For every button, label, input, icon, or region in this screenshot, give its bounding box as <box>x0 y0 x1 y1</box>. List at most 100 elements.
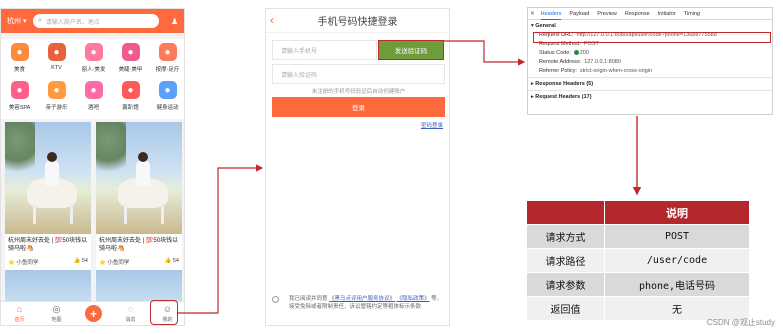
password-login-link[interactable]: 密码登录 <box>421 121 443 129</box>
row-key: 返回值 <box>526 296 605 321</box>
remote-address-row: Remote Address: 127.0.0.1:8080 <box>528 58 772 67</box>
food-icon: ● <box>10 43 29 61</box>
row-key: 请求路径 <box>526 248 605 273</box>
agreement: 我已阅读并同意 《黑马点评用户服务协议》 《隐私政策》 等，接受免除或者限制责任… <box>272 295 447 311</box>
table-header-blank <box>526 200 605 225</box>
category-label: 酒吧 <box>87 105 99 111</box>
spa-icon: ● <box>10 81 29 99</box>
general-section[interactable]: ▾ General <box>528 20 772 31</box>
category-label: 美食 <box>13 67 25 73</box>
massage-icon: ● <box>158 43 177 61</box>
party-icon: ● <box>121 81 140 99</box>
category-item[interactable]: ● 按摩·足疗 <box>149 39 184 77</box>
tab-response[interactable]: Response <box>625 8 650 20</box>
agree-radio[interactable] <box>272 296 279 303</box>
code-placeholder: 请输入验证码 <box>281 72 318 79</box>
login-screen: ‹ 手机号码快捷登录 请输入手机号 发送验证码 请输入验证码 未注册的手机号码验… <box>265 8 450 326</box>
send-code-button[interactable]: 发送验证码 <box>378 40 444 60</box>
tab-label: 地图 <box>51 317 62 323</box>
category-label: 健身运动 <box>156 105 179 111</box>
card-image <box>5 122 91 234</box>
agree-prefix: 我已阅读并同意 <box>289 296 328 302</box>
login-header: ‹ 手机号码快捷登录 <box>266 9 449 33</box>
category-item[interactable]: ● 美睫·美甲 <box>112 39 149 77</box>
category-item[interactable]: ● 酒吧 <box>75 77 112 115</box>
row-value: phone,电话号码 <box>604 272 750 297</box>
category-item[interactable]: ● 美食 <box>1 39 38 77</box>
remote-address-key: Remote Address: <box>539 59 582 65</box>
home-icon: ⌂ <box>16 304 23 314</box>
card-likes[interactable]: 👍 54 <box>165 258 180 266</box>
user-icon[interactable]: ♟ <box>171 17 178 26</box>
map-pin-icon: ◎ <box>52 304 61 314</box>
privacy-policy-link[interactable]: 《隐私政策》 <box>397 296 430 302</box>
referrer-policy-row: Referrer Policy: strict-origin-when-cross… <box>528 67 772 76</box>
referrer-policy-key: Referrer Policy: <box>539 68 577 74</box>
row-key: 请求方式 <box>526 224 605 249</box>
profile-tab-highlight <box>150 300 178 325</box>
search-input[interactable]: ⌕ 请输入商户名、地点 <box>33 14 159 28</box>
phone-input[interactable]: 请输入手机号 <box>272 40 377 60</box>
category-label: 美睫·美甲 <box>118 67 143 73</box>
status-dot-icon <box>573 50 579 56</box>
search-placeholder: 请输入商户名、地点 <box>45 19 100 26</box>
tab-home[interactable]: ⌂ 首页 <box>5 304 35 323</box>
cocktail-icon: ● <box>84 81 103 99</box>
microphone-icon: ● <box>47 43 66 61</box>
category-label: 按摩·足疗 <box>155 67 180 73</box>
card-title: 杭州周末好去处 | 💯50块钱以骑马啦🐴 <box>8 238 88 252</box>
tab-payload[interactable]: Payload <box>569 8 589 20</box>
devtools-tabs: ✕ Headers Payload Preview Response Initiator… <box>528 8 772 20</box>
category-item[interactable]: ● KTV <box>38 39 75 77</box>
tab-label: 首页 <box>14 317 25 323</box>
arrow-code-to-devtools <box>444 40 526 66</box>
service-agreement-link[interactable]: 《黑马点评用户服务协议》 <box>329 296 395 302</box>
table-header-description: 说明 <box>604 200 750 225</box>
watermark: CSDN @观止study <box>706 318 775 327</box>
category-grid: ● 美食 ● KTV ● 丽人·美发 ● 美睫·美甲 ● 按摩·足疗 ● 美容SPA ● 亲子游乐 ● 酒吧 ●… <box>1 39 184 119</box>
login-button[interactable]: 登录 <box>272 97 445 117</box>
response-headers-section[interactable]: ▸ Response Headers (5) <box>528 78 772 89</box>
category-item[interactable]: ● 轰趴馆 <box>112 77 149 115</box>
category-label: 丽人·美发 <box>81 67 106 73</box>
request-url-highlight <box>533 32 771 43</box>
search-icon: ⌕ <box>38 17 42 24</box>
category-item[interactable]: ● 健身运动 <box>149 77 184 115</box>
close-icon[interactable]: ✕ <box>530 11 535 17</box>
table-row: 请求路径 /user/code <box>526 248 750 273</box>
category-label: 亲子游乐 <box>45 105 68 111</box>
category-item[interactable]: ● 美容SPA <box>1 77 38 115</box>
referrer-policy-value: strict-origin-when-cross-origin <box>579 68 653 74</box>
tab-plus[interactable]: + <box>79 304 109 322</box>
tab-timing[interactable]: Timing <box>684 8 700 20</box>
status-code-value: 200 <box>579 50 589 56</box>
register-hint: 未注册的手机号码验证后自动创建账户 <box>311 89 406 95</box>
tab-message[interactable]: ◌ 消息 <box>116 304 146 323</box>
arrow-profile-to-login <box>178 164 264 314</box>
remote-address-value: 127.0.0.1:8080 <box>584 59 621 65</box>
list-item[interactable]: 杭州周末好去处 | 💯50块钱以骑马啦🐴 ⭐ 小鱼同学 👍 54 <box>96 122 182 310</box>
home-top-bar: 杭州 ▾ ⌕ 请输入商户名、地点 ♟ <box>1 9 184 33</box>
request-headers-section[interactable]: ▸ Request Headers (17) <box>528 91 772 102</box>
card-author: ⭐ 小鱼同学 <box>99 260 130 266</box>
tab-map-pin[interactable]: ◎ 地图 <box>42 304 72 323</box>
category-item[interactable]: ● 亲子游乐 <box>38 77 75 115</box>
status-code-row: Status Code: 200 <box>528 49 772 58</box>
card-title: 杭州周末好去处 | 💯50块钱以骑马啦🐴 <box>99 238 179 252</box>
city-selector[interactable]: 杭州 ▾ <box>7 16 33 26</box>
back-arrow-icon[interactable]: ‹ <box>270 13 274 27</box>
api-spec-table: 说明 请求方式 POST 请求路径 /user/code 请求参数 phone,… <box>526 200 750 321</box>
category-item[interactable]: ● 丽人·美发 <box>75 39 112 77</box>
code-input[interactable]: 请输入验证码 <box>272 64 445 84</box>
category-label: 轰趴馆 <box>122 105 139 111</box>
list-item[interactable]: 杭州周末好去处 | 💯50块钱以骑马啦🐴 ⭐ 小鱼同学 👍 54 <box>5 122 91 310</box>
tab-initiator[interactable]: Initiator <box>658 8 676 20</box>
card-likes[interactable]: 👍 54 <box>74 258 89 266</box>
phone-placeholder: 请输入手机号 <box>281 48 318 55</box>
tab-headers[interactable]: Headers <box>540 8 562 20</box>
page-title: 手机号码快捷登录 <box>317 17 398 28</box>
category-label: KTV <box>51 65 62 71</box>
row-value: /user/code <box>604 248 750 273</box>
status-code-key: Status Code: <box>539 50 571 56</box>
tab-preview[interactable]: Preview <box>597 8 617 20</box>
